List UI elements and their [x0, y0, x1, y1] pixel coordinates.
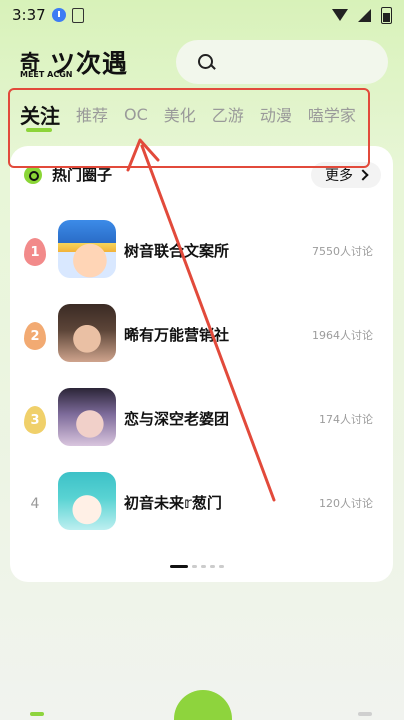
nav-home-icon[interactable]: [30, 712, 44, 716]
app-screen: 3:37 奇 ツ次遇 MEET ACGN 关注 推荐 OC 美化 乙游 动漫 嗑…: [0, 0, 404, 720]
arrow-head: [126, 138, 160, 172]
arrow-shaft: [140, 144, 276, 502]
annotation-arrow: [126, 138, 276, 502]
nav-profile-icon[interactable]: [358, 712, 372, 716]
bottom-nav: [0, 690, 404, 720]
